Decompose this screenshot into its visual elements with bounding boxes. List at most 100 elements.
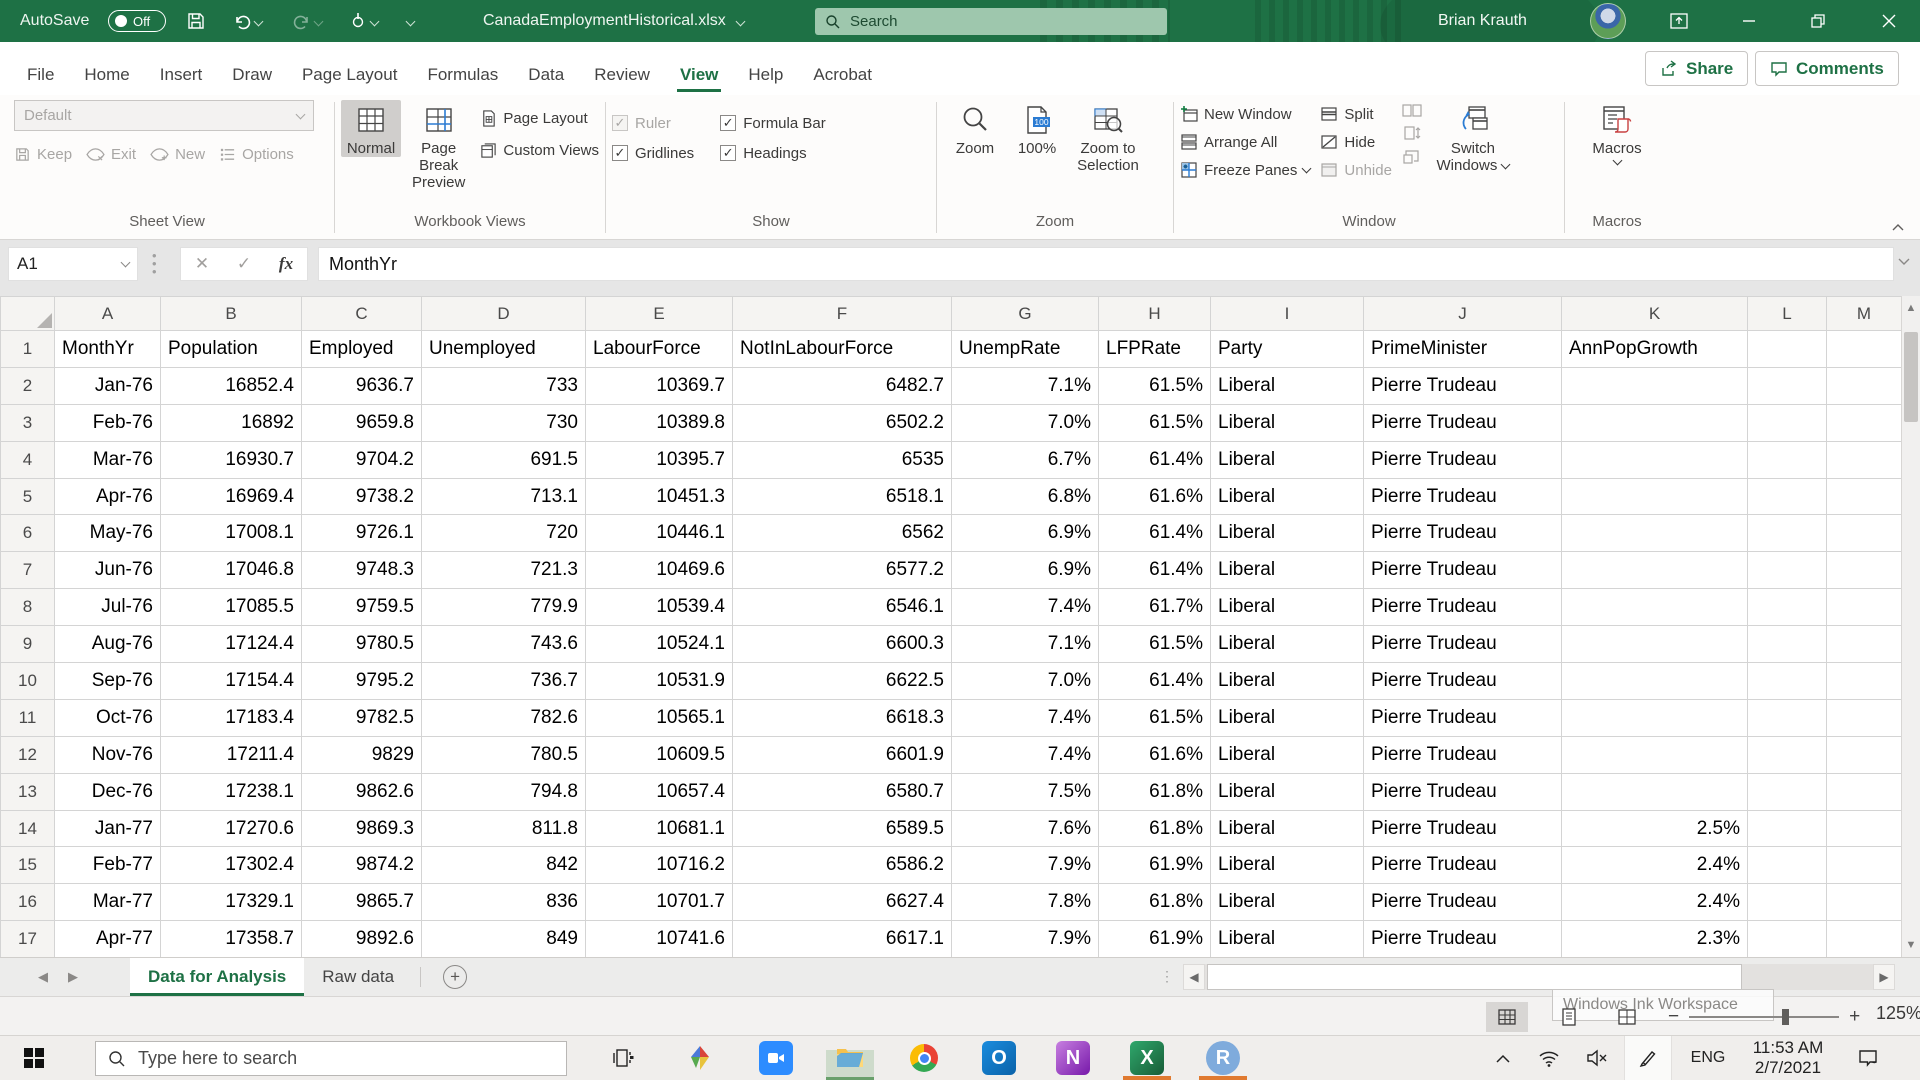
cell-B10[interactable]: 17154.4	[160, 662, 302, 700]
cell-L4[interactable]	[1747, 440, 1827, 479]
search-input[interactable]: Search	[815, 8, 1167, 35]
formula-bar-checkbox[interactable]: ✓ Formula Bar	[720, 108, 826, 138]
column-header-E[interactable]: E	[585, 296, 733, 331]
cell-E5[interactable]: 10451.3	[585, 477, 733, 516]
ribbon-display-options-button[interactable]	[1656, 0, 1702, 42]
scrollbar-resize-handle[interactable]: ⋮	[1160, 968, 1175, 985]
cell-J4[interactable]: Pierre Trudeau	[1363, 440, 1562, 479]
undo-dropdown-chevron[interactable]	[253, 16, 264, 26]
ribbon-tab-review[interactable]: Review	[579, 55, 665, 95]
cell-K3[interactable]	[1561, 403, 1748, 442]
macros-button[interactable]: Macros	[1582, 100, 1652, 167]
horizontal-scroll-track[interactable]	[1205, 963, 1873, 990]
cell-L1[interactable]	[1747, 330, 1827, 368]
cell-M7[interactable]	[1826, 551, 1902, 590]
name-box-chevron[interactable]	[120, 257, 131, 268]
cell-D1[interactable]: Unemployed	[421, 330, 586, 368]
cell-F12[interactable]: 6601.9	[732, 735, 952, 774]
statusbar-normal-view-button[interactable]	[1486, 1002, 1528, 1032]
cell-G3[interactable]: 7.0%	[951, 403, 1099, 442]
column-header-K[interactable]: K	[1561, 296, 1748, 331]
zoom-slider-thumb[interactable]	[1782, 1009, 1790, 1025]
cell-J12[interactable]: Pierre Trudeau	[1363, 735, 1562, 774]
cell-M10[interactable]	[1826, 662, 1902, 700]
ribbon-tab-view[interactable]: View	[665, 55, 733, 95]
cell-I3[interactable]: Liberal	[1210, 403, 1364, 442]
cell-C4[interactable]: 9704.2	[301, 440, 422, 479]
cell-F8[interactable]: 6546.1	[732, 588, 952, 627]
cell-L15[interactable]	[1747, 846, 1827, 885]
cell-M16[interactable]	[1826, 883, 1902, 922]
synchronous-scrolling-icon[interactable]	[1402, 126, 1422, 142]
cell-J15[interactable]: Pierre Trudeau	[1363, 846, 1562, 885]
cell-B12[interactable]: 17211.4	[160, 735, 302, 774]
cell-H10[interactable]: 61.4%	[1098, 662, 1211, 700]
cell-G14[interactable]: 7.6%	[951, 809, 1099, 848]
undo-button[interactable]	[232, 0, 264, 42]
cell-K6[interactable]	[1561, 514, 1748, 553]
cell-I16[interactable]: Liberal	[1210, 883, 1364, 922]
zoom-in-button[interactable]: +	[1849, 1006, 1860, 1028]
cell-K9[interactable]	[1561, 625, 1748, 664]
cell-F17[interactable]: 6617.1	[732, 920, 952, 959]
ribbon-tab-page-layout[interactable]: Page Layout	[287, 55, 412, 95]
cell-E14[interactable]: 10681.1	[585, 809, 733, 848]
cell-F4[interactable]: 6535	[732, 440, 952, 479]
cell-H11[interactable]: 61.5%	[1098, 698, 1211, 737]
sheet-nav-right-arrow[interactable]: ▶	[58, 958, 88, 996]
cell-A4[interactable]: Mar-76	[54, 440, 161, 479]
cell-D15[interactable]: 842	[421, 846, 586, 885]
row-header-17[interactable]: 17	[0, 920, 55, 959]
cell-G9[interactable]: 7.1%	[951, 625, 1099, 664]
cell-D6[interactable]: 720	[421, 514, 586, 553]
cell-A6[interactable]: May-76	[54, 514, 161, 553]
column-header-D[interactable]: D	[421, 296, 586, 331]
column-header-L[interactable]: L	[1747, 296, 1827, 331]
cell-E11[interactable]: 10565.1	[585, 698, 733, 737]
cell-I2[interactable]: Liberal	[1210, 366, 1364, 405]
row-header-6[interactable]: 6	[0, 514, 55, 553]
cell-E3[interactable]: 10389.8	[585, 403, 733, 442]
cell-I15[interactable]: Liberal	[1210, 846, 1364, 885]
cell-F15[interactable]: 6586.2	[732, 846, 952, 885]
row-header-12[interactable]: 12	[0, 735, 55, 774]
cell-C6[interactable]: 9726.1	[301, 514, 422, 553]
cell-E4[interactable]: 10395.7	[585, 440, 733, 479]
row-header-4[interactable]: 4	[0, 440, 55, 479]
horizontal-scroll-thumb[interactable]	[1207, 963, 1742, 990]
cell-M6[interactable]	[1826, 514, 1902, 553]
minimize-button[interactable]	[1726, 0, 1772, 42]
cell-H14[interactable]: 61.8%	[1098, 809, 1211, 848]
row-header-15[interactable]: 15	[0, 846, 55, 885]
select-all-corner[interactable]	[0, 296, 55, 331]
scroll-right-arrow[interactable]: ▶	[1873, 963, 1895, 990]
cell-L2[interactable]	[1747, 366, 1827, 405]
cell-A2[interactable]: Jan-76	[54, 366, 161, 405]
cell-E8[interactable]: 10539.4	[585, 588, 733, 627]
language-indicator[interactable]: ENG	[1682, 1036, 1734, 1080]
cell-K15[interactable]: 2.4%	[1561, 846, 1748, 885]
cell-M14[interactable]	[1826, 809, 1902, 848]
freeze-panes-button[interactable]: Freeze Panes	[1180, 156, 1312, 184]
cell-K16[interactable]: 2.4%	[1561, 883, 1748, 922]
cell-E10[interactable]: 10531.9	[585, 662, 733, 700]
cell-C17[interactable]: 9892.6	[301, 920, 422, 959]
windows-ink-icon[interactable]	[1624, 1036, 1672, 1080]
cell-B4[interactable]: 16930.7	[160, 440, 302, 479]
touch-mode-button[interactable]	[348, 0, 380, 42]
cell-M8[interactable]	[1826, 588, 1902, 627]
cell-D16[interactable]: 836	[421, 883, 586, 922]
cell-M12[interactable]	[1826, 735, 1902, 774]
row-header-8[interactable]: 8	[0, 588, 55, 627]
cell-K13[interactable]	[1561, 772, 1748, 811]
cell-E2[interactable]: 10369.7	[585, 366, 733, 405]
row-header-10[interactable]: 10	[0, 662, 55, 700]
taskbar-search-input[interactable]: Type here to search	[95, 1041, 567, 1076]
cell-H3[interactable]: 61.5%	[1098, 403, 1211, 442]
cell-J7[interactable]: Pierre Trudeau	[1363, 551, 1562, 590]
cell-J3[interactable]: Pierre Trudeau	[1363, 403, 1562, 442]
excel-icon[interactable]: X	[1123, 1036, 1171, 1080]
row-header-1[interactable]: 1	[0, 330, 55, 368]
cell-C13[interactable]: 9862.6	[301, 772, 422, 811]
name-box[interactable]: A1	[8, 247, 138, 281]
